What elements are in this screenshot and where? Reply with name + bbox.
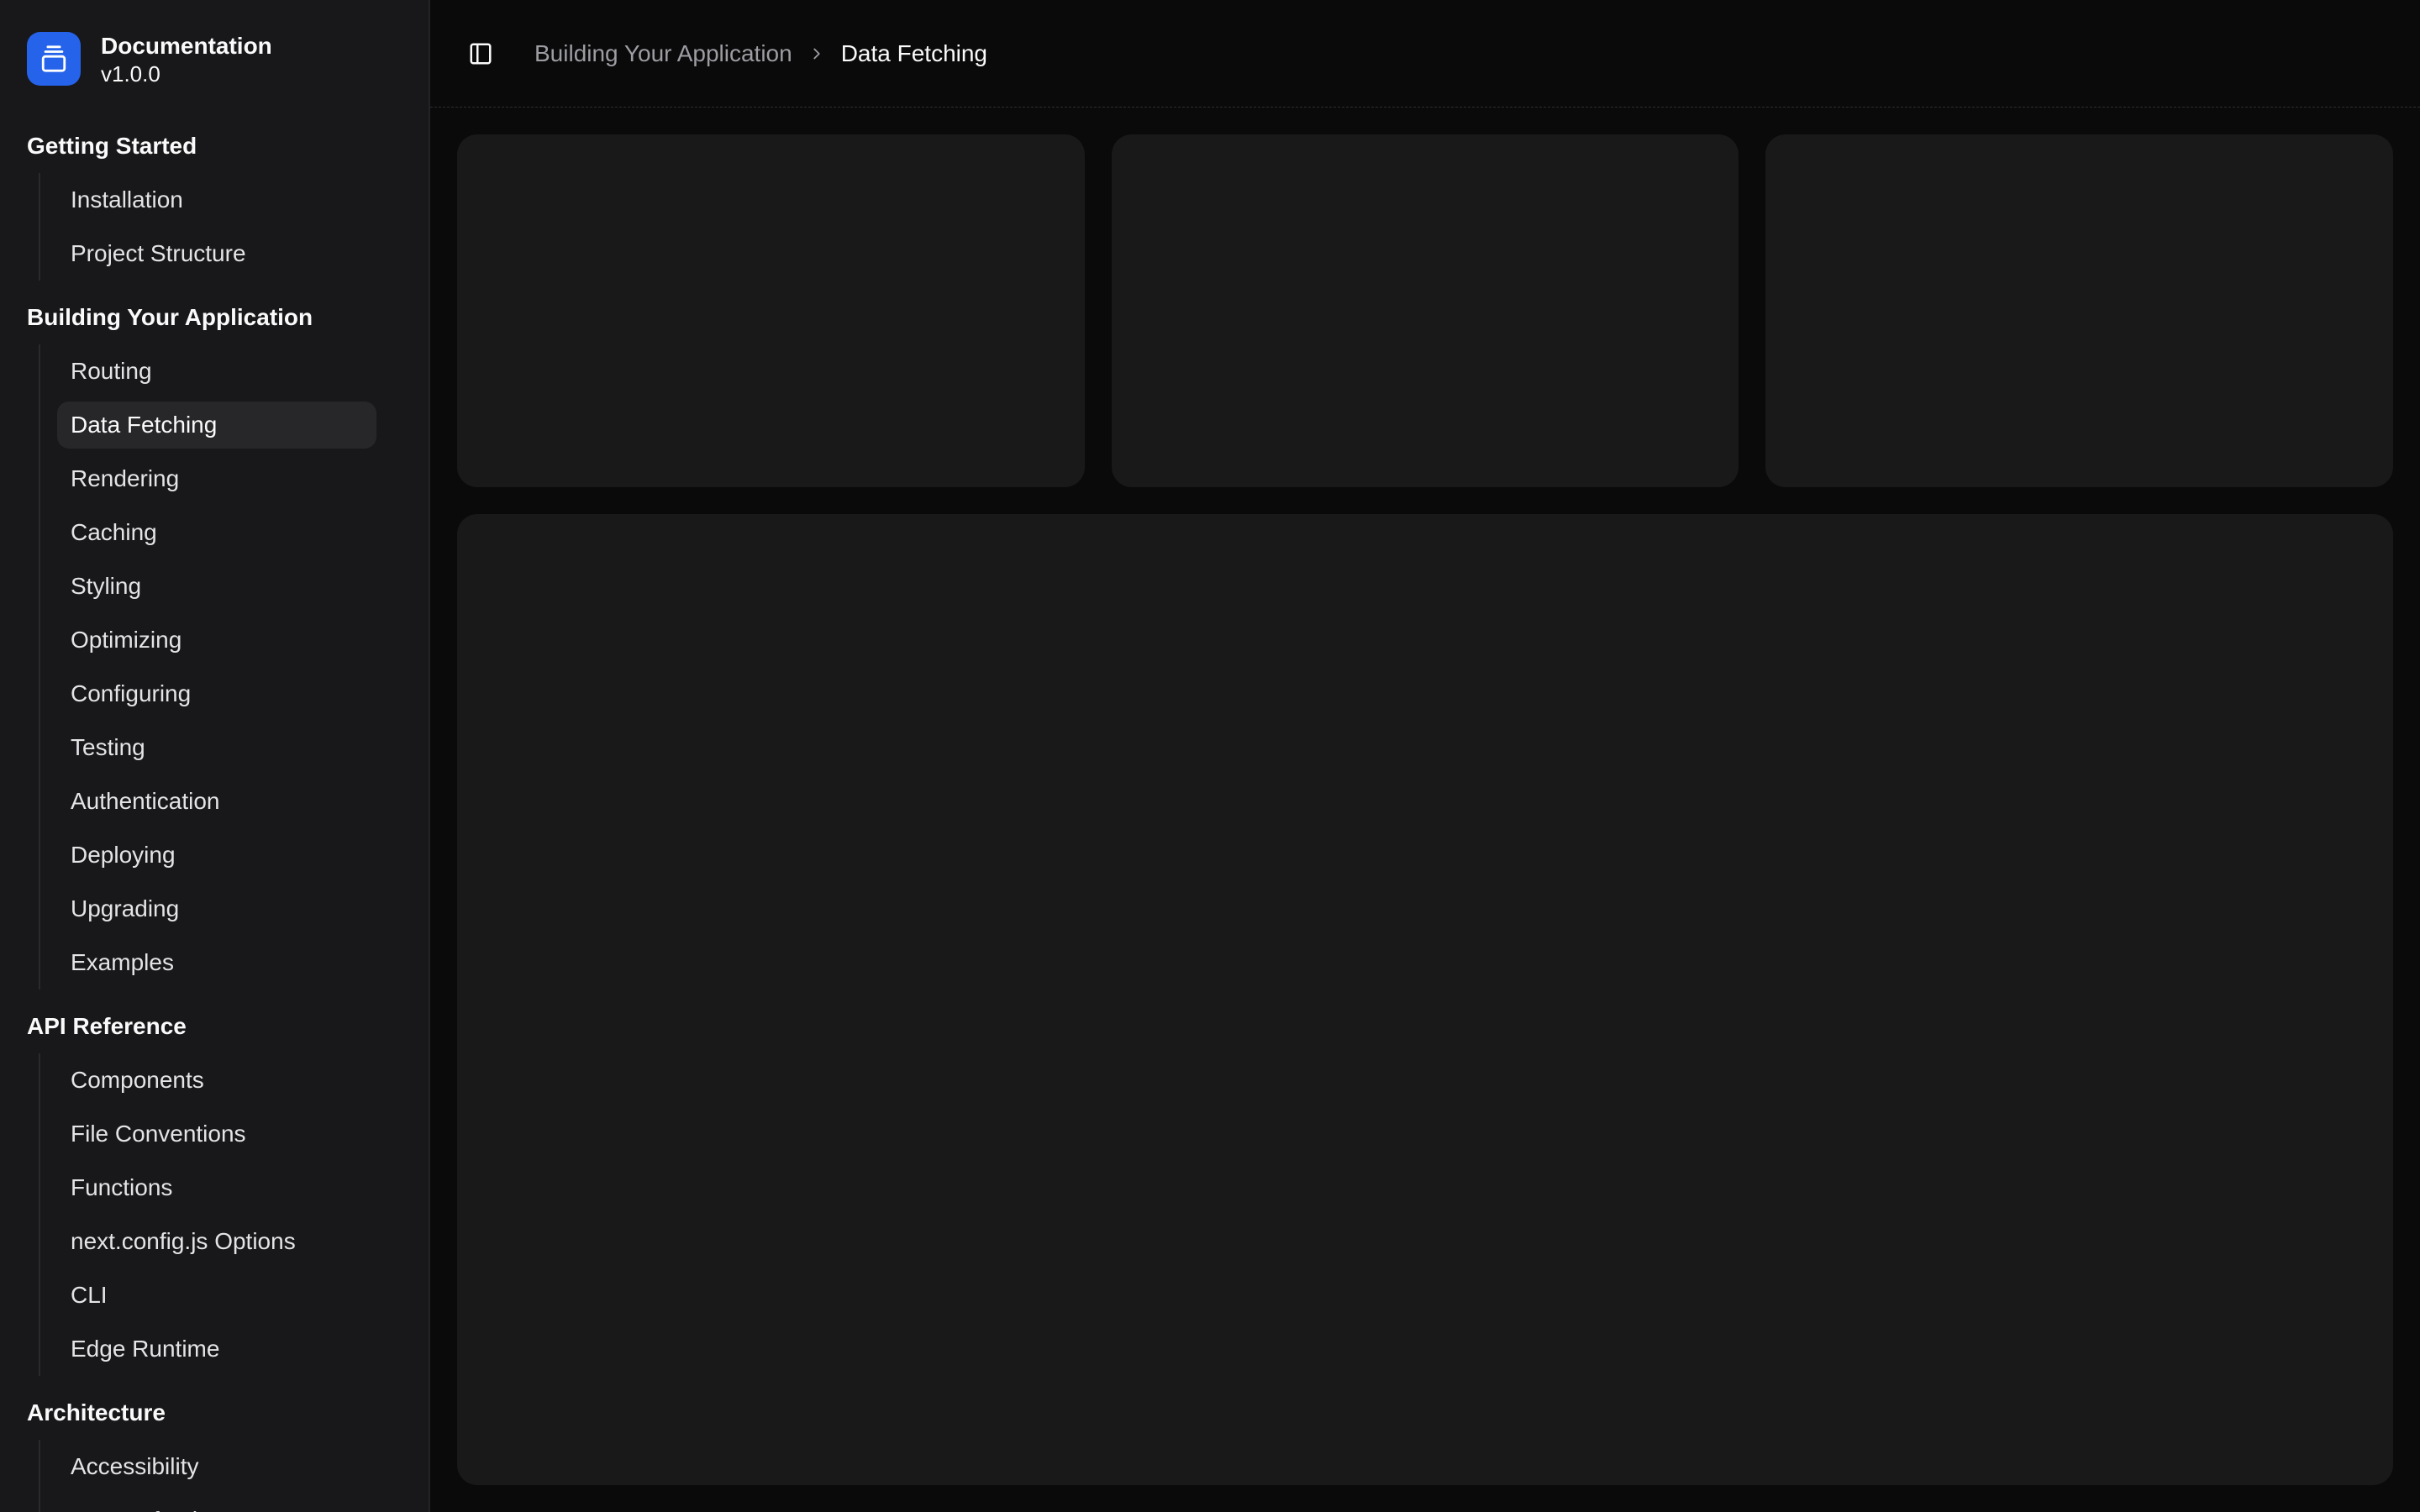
sidebar-item-routing[interactable]: Routing xyxy=(57,348,376,395)
placeholder-card xyxy=(1765,134,2393,487)
chevron-right-icon xyxy=(808,45,826,63)
sidebar-group-label-api-reference[interactable]: API Reference xyxy=(13,1000,415,1053)
sidebar-item-configuring[interactable]: Configuring xyxy=(57,670,376,717)
sidebar-item-deploying[interactable]: Deploying xyxy=(57,832,376,879)
sidebar-list-row: Edge Runtime xyxy=(57,1326,376,1373)
sidebar-item-project-structure[interactable]: Project Structure xyxy=(57,230,376,277)
sidebar-list-row: Accessibility xyxy=(57,1443,376,1490)
sidebar-list-row: Functions xyxy=(57,1164,376,1211)
panel-left-icon xyxy=(468,41,493,66)
sidebar-list-row: Testing xyxy=(57,724,376,771)
sidebar-item-next-config-js-options[interactable]: next.config.js Options xyxy=(57,1218,376,1265)
sidebar-list-row: Project Structure xyxy=(57,230,376,277)
sidebar-toggle-button[interactable] xyxy=(457,30,504,77)
sidebar-list-row: Routing xyxy=(57,348,376,395)
sidebar-list-row: Examples xyxy=(57,939,376,986)
page-content xyxy=(430,108,2420,1512)
sidebar-item-authentication[interactable]: Authentication xyxy=(57,778,376,825)
sidebar-list-row: Components xyxy=(57,1057,376,1104)
placeholder-card xyxy=(1112,134,1739,487)
sidebar-item-edge-runtime[interactable]: Edge Runtime xyxy=(57,1326,376,1373)
sidebar-item-rendering[interactable]: Rendering xyxy=(57,455,376,502)
app-version: v1.0.0 xyxy=(101,61,272,87)
sidebar-list-row: Configuring xyxy=(57,670,376,717)
sidebar-group-items: Routing Data Fetching Rendering Caching … xyxy=(39,344,376,990)
sidebar-item-components[interactable]: Components xyxy=(57,1057,376,1104)
sidebar-header-button[interactable]: Documentation v1.0.0 xyxy=(0,0,429,108)
placeholder-content-panel xyxy=(457,514,2393,1485)
sidebar-item-accessibility[interactable]: Accessibility xyxy=(57,1443,376,1490)
sidebar-group: Building Your Application Routing Data F… xyxy=(0,291,429,990)
sidebar-item-examples[interactable]: Examples xyxy=(57,939,376,986)
sidebar-list-row: Deploying xyxy=(57,832,376,879)
sidebar-item-cli[interactable]: CLI xyxy=(57,1272,376,1319)
sidebar-item-installation[interactable]: Installation xyxy=(57,176,376,223)
sidebar-item-styling[interactable]: Styling xyxy=(57,563,376,610)
sidebar-group-label-getting-started[interactable]: Getting Started xyxy=(13,119,415,173)
topbar: Building Your Application Data Fetching xyxy=(430,0,2420,108)
sidebar-item-file-conventions[interactable]: File Conventions xyxy=(57,1110,376,1158)
sidebar-item-functions[interactable]: Functions xyxy=(57,1164,376,1211)
breadcrumb-section-link[interactable]: Building Your Application xyxy=(534,40,792,67)
sidebar-group-label-architecture[interactable]: Architecture xyxy=(13,1386,415,1440)
sidebar-group-items: Components File Conventions Functions ne… xyxy=(39,1053,376,1376)
sidebar-item-testing[interactable]: Testing xyxy=(57,724,376,771)
gallery-vertical-end-icon xyxy=(39,45,68,73)
sidebar-group-label-building-your-application[interactable]: Building Your Application xyxy=(13,291,415,344)
sidebar-item-caching[interactable]: Caching xyxy=(57,509,376,556)
sidebar-group: API Reference Components File Convention… xyxy=(0,1000,429,1376)
sidebar-list-row: Styling xyxy=(57,563,376,610)
sidebar-list-row: File Conventions xyxy=(57,1110,376,1158)
sidebar-list-row: Optimizing xyxy=(57,617,376,664)
sidebar-list-row: Upgrading xyxy=(57,885,376,932)
app-title: Documentation xyxy=(101,31,272,61)
sidebar-item-upgrading[interactable]: Upgrading xyxy=(57,885,376,932)
placeholder-card-row xyxy=(457,134,2393,487)
sidebar-list-row: Authentication xyxy=(57,778,376,825)
sidebar-list-row: next.config.js Options xyxy=(57,1218,376,1265)
app-root: Documentation v1.0.0 Getting Started Ins… xyxy=(0,0,2420,1512)
sidebar-item-data-fetching[interactable]: Data Fetching xyxy=(57,402,376,449)
main-area: Building Your Application Data Fetching xyxy=(430,0,2420,1512)
sidebar-group-items: Accessibility Fast Refresh xyxy=(39,1440,376,1512)
sidebar-list-row: Data Fetching xyxy=(57,402,376,449)
sidebar-group: Getting Started Installation Project Str… xyxy=(0,119,429,281)
sidebar-item-optimizing[interactable]: Optimizing xyxy=(57,617,376,664)
app-title-block: Documentation v1.0.0 xyxy=(101,31,272,87)
breadcrumb-current-page: Data Fetching xyxy=(841,40,987,67)
sidebar-list-row: Caching xyxy=(57,509,376,556)
sidebar-nav: Getting Started Installation Project Str… xyxy=(0,108,429,1512)
app-logo xyxy=(27,32,81,86)
sidebar-item-fast-refresh[interactable]: Fast Refresh xyxy=(57,1497,376,1512)
sidebar-list-row: Installation xyxy=(57,176,376,223)
sidebar-group-items: Installation Project Structure xyxy=(39,173,376,281)
sidebar-list-row: Rendering xyxy=(57,455,376,502)
breadcrumb: Building Your Application Data Fetching xyxy=(534,40,987,67)
sidebar-group: Architecture Accessibility Fast Refresh xyxy=(0,1386,429,1512)
sidebar-list-row: CLI xyxy=(57,1272,376,1319)
sidebar: Documentation v1.0.0 Getting Started Ins… xyxy=(0,0,430,1512)
sidebar-list-row: Fast Refresh xyxy=(57,1497,376,1512)
placeholder-card xyxy=(457,134,1085,487)
